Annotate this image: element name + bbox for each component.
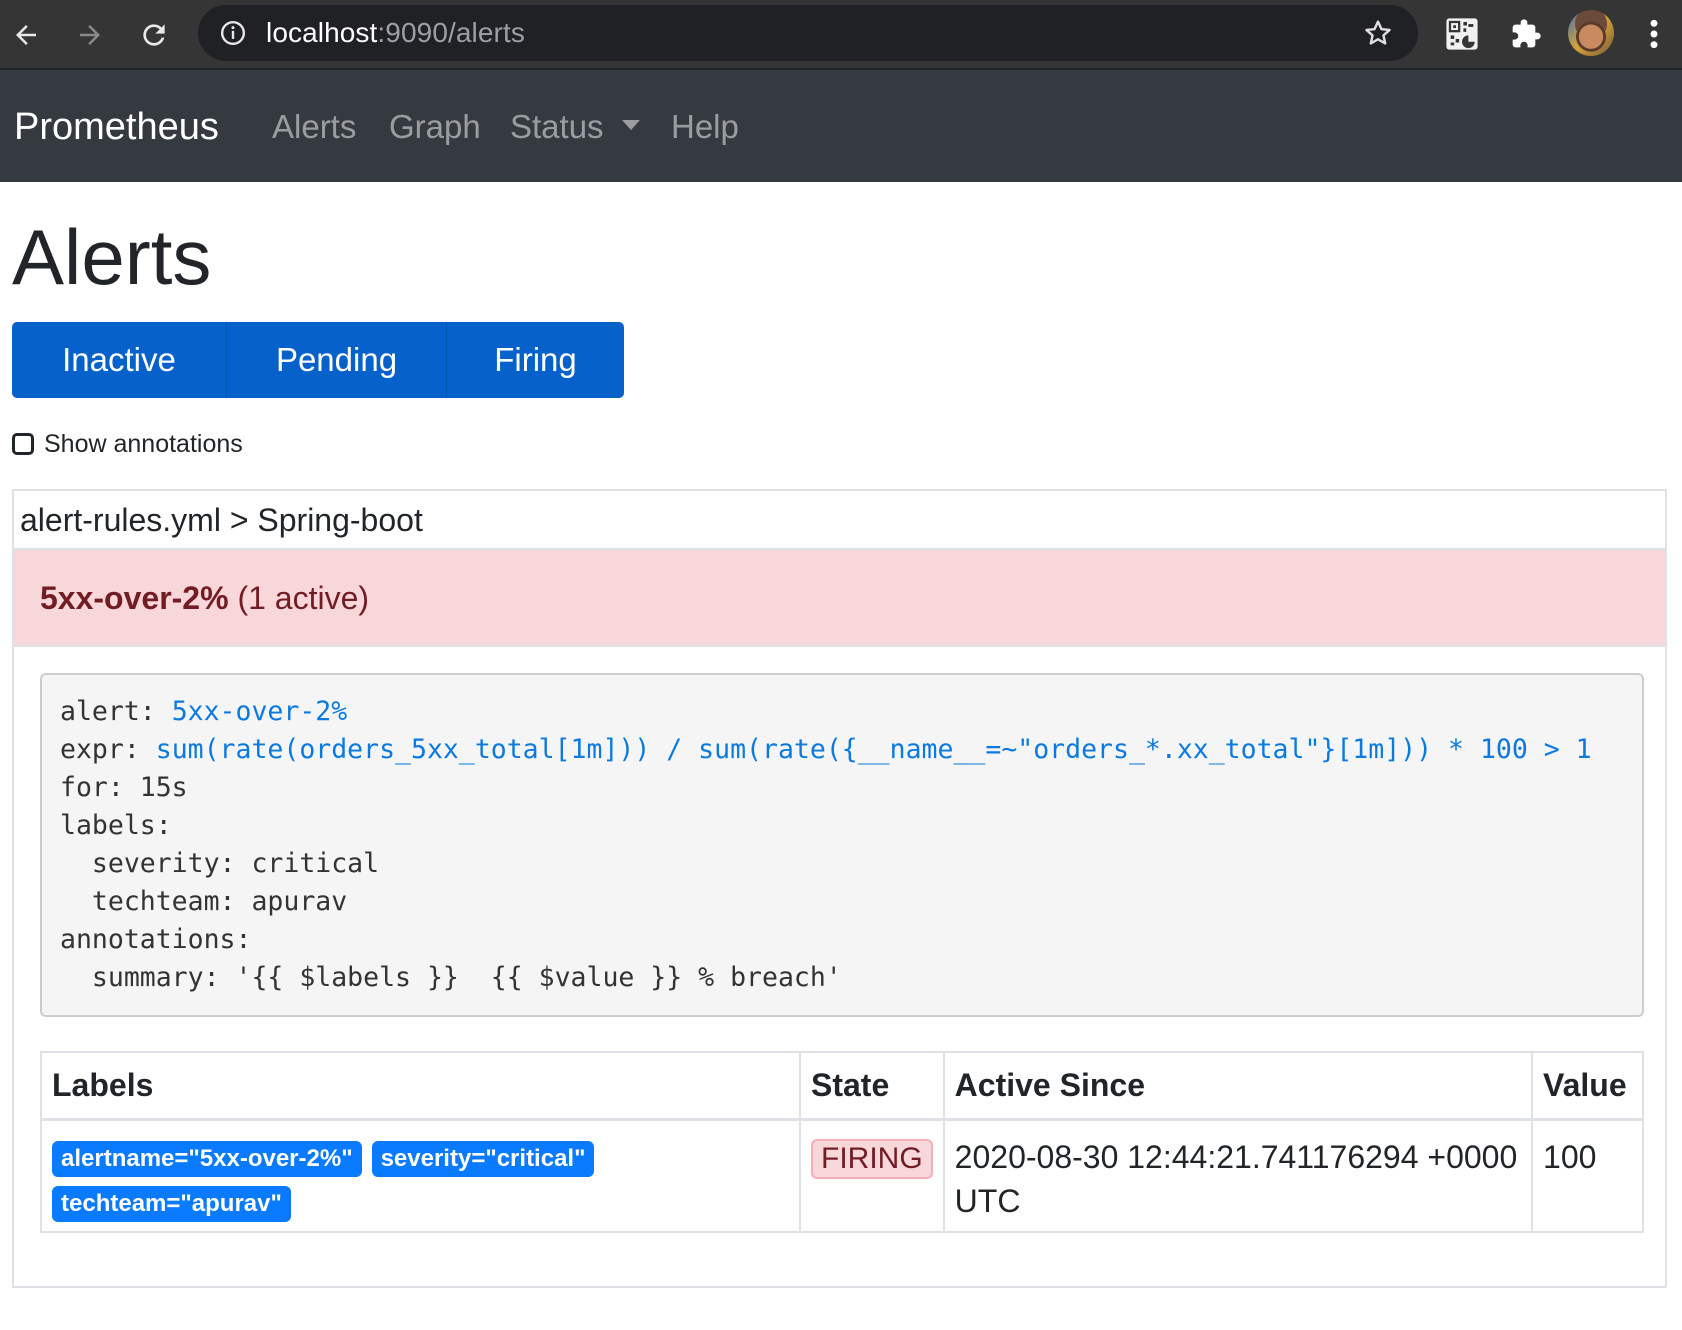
cell-active-since: 2020-08-30 12:44:21.741176294 +0000 UTC (942, 1118, 1534, 1233)
qr-code-extension-button[interactable] (1442, 14, 1482, 54)
profile-avatar[interactable] (1568, 10, 1614, 56)
info-icon[interactable] (220, 20, 246, 46)
def-summary-line: summary: '{{ $labels }} {{ $value }} % b… (60, 962, 842, 993)
page-title: Alerts (12, 213, 212, 301)
back-arrow-icon (16, 25, 36, 45)
caret-down-icon (621, 120, 640, 130)
nav-link-status[interactable]: Status (510, 107, 640, 147)
label-badge: alertname="5xx-over-2%" (52, 1140, 362, 1177)
state-badge: FIRING (811, 1138, 933, 1179)
back-button[interactable] (4, 13, 48, 57)
label-badge: severity="critical" (371, 1140, 595, 1177)
nav-link-status-label: Status (510, 108, 604, 145)
address-bar[interactable]: localhost:9090/alerts (198, 5, 1418, 61)
alert-state-filter-group: Inactive (0) Pending (0) Firing (1) (12, 322, 624, 398)
rule-group-card: alert-rules.yml > Spring-boot 5xx-over-2… (12, 489, 1667, 1288)
nav-link-help[interactable]: Help (671, 107, 739, 147)
table-header-row: Labels State Active Since Value (40, 1051, 1644, 1121)
def-alert-value[interactable]: 5xx-over-2% (172, 696, 348, 727)
url-host: localhost (266, 17, 378, 48)
filter-pending-button[interactable]: Pending (0) (227, 322, 447, 398)
url-text[interactable]: localhost:9090/alerts (266, 18, 525, 48)
nav-link-alerts[interactable]: Alerts (272, 107, 356, 147)
def-annotations-line: annotations: (60, 924, 252, 955)
qr-code-icon (1446, 18, 1478, 50)
def-for-line: for: 15s (60, 772, 188, 803)
header-value: Value (1531, 1051, 1644, 1121)
forward-button[interactable] (68, 13, 112, 57)
bookmark-star-icon[interactable] (1362, 17, 1394, 49)
active-alerts-table: Labels State Active Since Value alertnam… (40, 1051, 1644, 1233)
filter-inactive-button[interactable]: Inactive (0) (12, 322, 227, 398)
extensions-button[interactable] (1506, 14, 1546, 54)
browser-toolbar: localhost:9090/alerts (0, 0, 1682, 70)
header-labels: Labels (40, 1051, 801, 1121)
def-expr-link[interactable]: sum(rate(orders_5xx_total[1m])) / sum(ra… (156, 734, 1592, 765)
nav-link-graph[interactable]: Graph (389, 107, 481, 147)
filter-firing-button[interactable]: Firing (1) (447, 322, 624, 398)
show-annotations-checkbox[interactable] (12, 433, 34, 455)
alert-rule-definition: alert: 5xx-over-2% expr: sum(rate(orders… (40, 673, 1644, 1017)
show-annotations-label: Show annotations (44, 429, 243, 458)
alert-rule-active-count: (1 active) (237, 580, 370, 616)
reload-button[interactable] (132, 13, 176, 57)
table-row: alertname="5xx-over-2%" severity="critic… (40, 1118, 1644, 1233)
brand-link[interactable]: Prometheus (14, 105, 219, 149)
cell-state: FIRING (799, 1118, 945, 1233)
alert-rule-name: 5xx-over-2% (40, 580, 229, 616)
app-navbar: Prometheus Alerts Graph Status Help (0, 70, 1682, 182)
extensions-puzzle-icon (1512, 19, 1541, 48)
cell-value: 100 (1531, 1118, 1644, 1233)
def-label-techteam: techteam: apurav (60, 886, 348, 917)
cell-labels: alertname="5xx-over-2%" severity="critic… (40, 1118, 801, 1233)
more-vert-icon (1650, 19, 1658, 49)
label-badge: techteam="apurav" (52, 1185, 291, 1222)
header-state: State (799, 1051, 945, 1121)
header-active-since: Active Since (942, 1051, 1534, 1121)
forward-arrow-icon (80, 25, 100, 45)
def-expr-key: expr: (60, 734, 156, 765)
alert-rule-toggle[interactable]: 5xx-over-2% (1 active) (14, 550, 1665, 647)
url-path: :9090/alerts (377, 17, 525, 48)
def-label-severity: severity: critical (60, 848, 380, 879)
def-labels-line: labels: (60, 810, 172, 841)
browser-menu-button[interactable] (1634, 14, 1674, 54)
rule-group-header: alert-rules.yml > Spring-boot (14, 491, 1665, 550)
def-alert-key: alert: (60, 696, 172, 727)
show-annotations-toggle[interactable]: Show annotations (12, 428, 243, 460)
reload-icon (143, 24, 165, 46)
